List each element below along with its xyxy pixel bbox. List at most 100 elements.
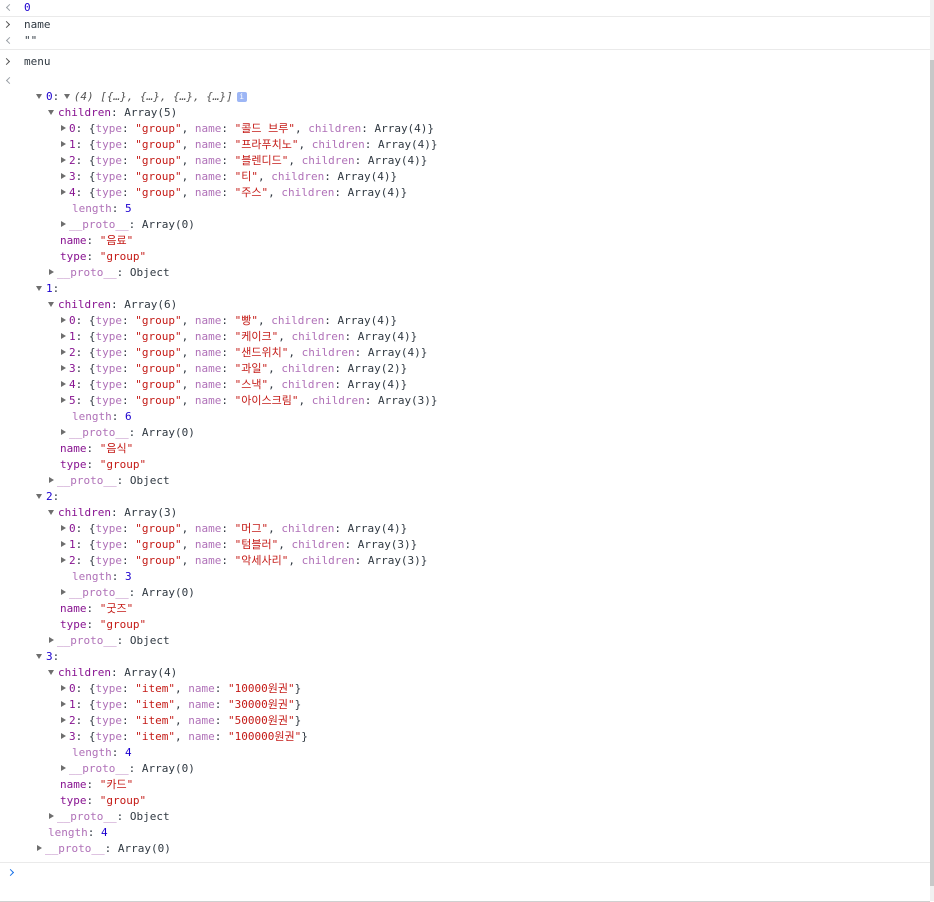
tree-row[interactable]: 0: {type: "group", name: "빵", children: … xyxy=(0,313,930,329)
tree-row[interactable]: 3: {type: "group", name: "과일", children:… xyxy=(0,361,930,377)
tree-row[interactable]: 2: {type: "item", name: "50000원권"} xyxy=(0,713,930,729)
expand-triangle-icon[interactable] xyxy=(61,317,66,323)
tree-row[interactable]: 0: xyxy=(0,89,930,105)
tree-row[interactable]: 2: {type: "group", name: "블렌디드", childre… xyxy=(0,153,930,169)
token-str: "음료" xyxy=(99,234,134,247)
tree-row[interactable]: __proto__: Array(0) xyxy=(0,841,930,857)
command-text[interactable]: menu xyxy=(24,54,51,70)
expand-triangle-icon[interactable] xyxy=(61,557,66,563)
tree-row[interactable]: __proto__: Array(0) xyxy=(0,761,930,777)
token-proto: __proto__ xyxy=(57,474,117,487)
console-prompt[interactable] xyxy=(0,862,930,902)
tree-row-content: length: 4 xyxy=(48,825,108,841)
tree-row[interactable]: 5: {type: "group", name: "아이스크림", childr… xyxy=(0,393,930,409)
scrollbar-thumb[interactable] xyxy=(930,60,934,886)
tree-row-content: 1: {type: "group", name: "케이크", children… xyxy=(60,329,417,345)
tree-row[interactable]: __proto__: Object xyxy=(0,473,930,489)
tree-row[interactable]: 4: {type: "group", name: "주스", children:… xyxy=(0,185,930,201)
tree-row[interactable]: 0: {type: "group", name: "콜드 브루", childr… xyxy=(0,121,930,137)
tree-row[interactable]: 1: {type: "group", name: "프라푸치노", childr… xyxy=(0,137,930,153)
tree-row[interactable]: 2: {type: "group", name: "악세사리", childre… xyxy=(0,553,930,569)
tree-row[interactable]: 3: xyxy=(0,649,930,665)
expand-triangle-icon[interactable] xyxy=(61,701,66,707)
tree-row[interactable]: 1: {type: "item", name: "30000원권"} xyxy=(0,697,930,713)
console-command-row: name xyxy=(0,17,930,33)
tree-row[interactable]: 4: {type: "group", name: "스낵", children:… xyxy=(0,377,930,393)
expand-triangle-icon[interactable] xyxy=(61,125,66,131)
tree-row[interactable]: __proto__: Array(0) xyxy=(0,585,930,601)
tree-row[interactable]: 2: xyxy=(0,489,930,505)
expand-triangle-icon[interactable] xyxy=(61,333,66,339)
tree-row[interactable]: 3: {type: "group", name: "티", children: … xyxy=(0,169,930,185)
tree-row[interactable]: 1: {type: "group", name: "텀블러", children… xyxy=(0,537,930,553)
tree-row-content: 1: {type: "item", name: "30000원권"} xyxy=(60,697,301,713)
token-num: 5 xyxy=(125,202,132,215)
collapse-triangle-icon[interactable] xyxy=(36,653,42,659)
collapse-triangle-icon[interactable] xyxy=(48,109,54,115)
expand-triangle-icon[interactable] xyxy=(61,541,66,547)
result-value[interactable]: 0 xyxy=(24,0,31,16)
token-key-dim: name xyxy=(194,378,222,391)
tree-row[interactable]: __proto__: Object xyxy=(0,633,930,649)
result-value[interactable]: "" xyxy=(24,33,37,49)
expand-triangle-icon[interactable] xyxy=(49,813,54,819)
tree-row[interactable]: children: Array(4) xyxy=(0,665,930,681)
expand-triangle-icon[interactable] xyxy=(49,477,54,483)
expand-triangle-icon[interactable] xyxy=(61,173,66,179)
command-text[interactable]: name xyxy=(24,17,51,33)
token-str: "10000원권" xyxy=(228,682,295,695)
tree-row[interactable]: children: Array(5) xyxy=(0,105,930,121)
expand-triangle-icon[interactable] xyxy=(61,157,66,163)
token-key: name xyxy=(60,778,87,791)
token-str: "케이크" xyxy=(234,330,279,343)
expand-triangle-icon[interactable] xyxy=(61,397,66,403)
tree-row[interactable]: 0: {type: "item", name: "10000원권"} xyxy=(0,681,930,697)
expand-triangle-icon[interactable] xyxy=(61,733,66,739)
expand-triangle-icon[interactable] xyxy=(61,525,66,531)
token-key: 0 xyxy=(69,682,76,695)
collapse-triangle-icon[interactable] xyxy=(36,93,42,99)
expand-triangle-icon[interactable] xyxy=(61,765,66,771)
tree-row[interactable]: 1: {type: "group", name: "케이크", children… xyxy=(0,329,930,345)
collapse-triangle-icon[interactable] xyxy=(48,301,54,307)
tree-row[interactable]: 0: {type: "group", name: "머그", children:… xyxy=(0,521,930,537)
token-str: "음식" xyxy=(99,442,134,455)
token-val: : xyxy=(122,698,136,711)
token-str: "group" xyxy=(135,394,182,407)
expand-triangle-icon[interactable] xyxy=(61,349,66,355)
tree-row[interactable]: children: Array(3) xyxy=(0,505,930,521)
tree-row[interactable]: 1: xyxy=(0,281,930,297)
expand-triangle-icon[interactable] xyxy=(61,365,66,371)
tree-row: name: "음료" xyxy=(0,233,930,249)
tree-row[interactable]: __proto__: Object xyxy=(0,809,930,825)
collapse-triangle-icon[interactable] xyxy=(48,509,54,515)
collapse-triangle-icon[interactable] xyxy=(36,493,42,499)
tree-row[interactable]: 3: {type: "item", name: "100000원권"} xyxy=(0,729,930,745)
token-val: , xyxy=(268,186,282,199)
tree-row: type: "group" xyxy=(0,457,930,473)
tree-row: type: "group" xyxy=(0,617,930,633)
expand-triangle-icon[interactable] xyxy=(61,685,66,691)
collapse-triangle-icon[interactable] xyxy=(48,669,54,675)
tree-row[interactable]: __proto__: Array(0) xyxy=(0,425,930,441)
expand-triangle-icon[interactable] xyxy=(49,637,54,643)
expand-triangle-icon[interactable] xyxy=(61,221,66,227)
tree-row: length: 4 xyxy=(0,745,930,761)
token-str: "group" xyxy=(99,618,147,631)
expand-triangle-icon[interactable] xyxy=(61,189,66,195)
expand-triangle-icon[interactable] xyxy=(37,845,42,851)
token-str: "group" xyxy=(99,794,147,807)
tree-row[interactable]: __proto__: Object xyxy=(0,265,930,281)
tree-row[interactable]: 2: {type: "group", name: "샌드위치", childre… xyxy=(0,345,930,361)
collapse-triangle-icon[interactable] xyxy=(36,285,42,291)
expand-triangle-icon[interactable] xyxy=(49,269,54,275)
expand-triangle-icon[interactable] xyxy=(61,141,66,147)
tree-row[interactable]: __proto__: Array(0) xyxy=(0,217,930,233)
token-val: , xyxy=(181,522,195,535)
expand-triangle-icon[interactable] xyxy=(61,429,66,435)
expand-triangle-icon[interactable] xyxy=(61,717,66,723)
expand-triangle-icon[interactable] xyxy=(61,381,66,387)
tree-row[interactable]: children: Array(6) xyxy=(0,297,930,313)
token-str: "티" xyxy=(234,170,258,183)
expand-triangle-icon[interactable] xyxy=(61,589,66,595)
